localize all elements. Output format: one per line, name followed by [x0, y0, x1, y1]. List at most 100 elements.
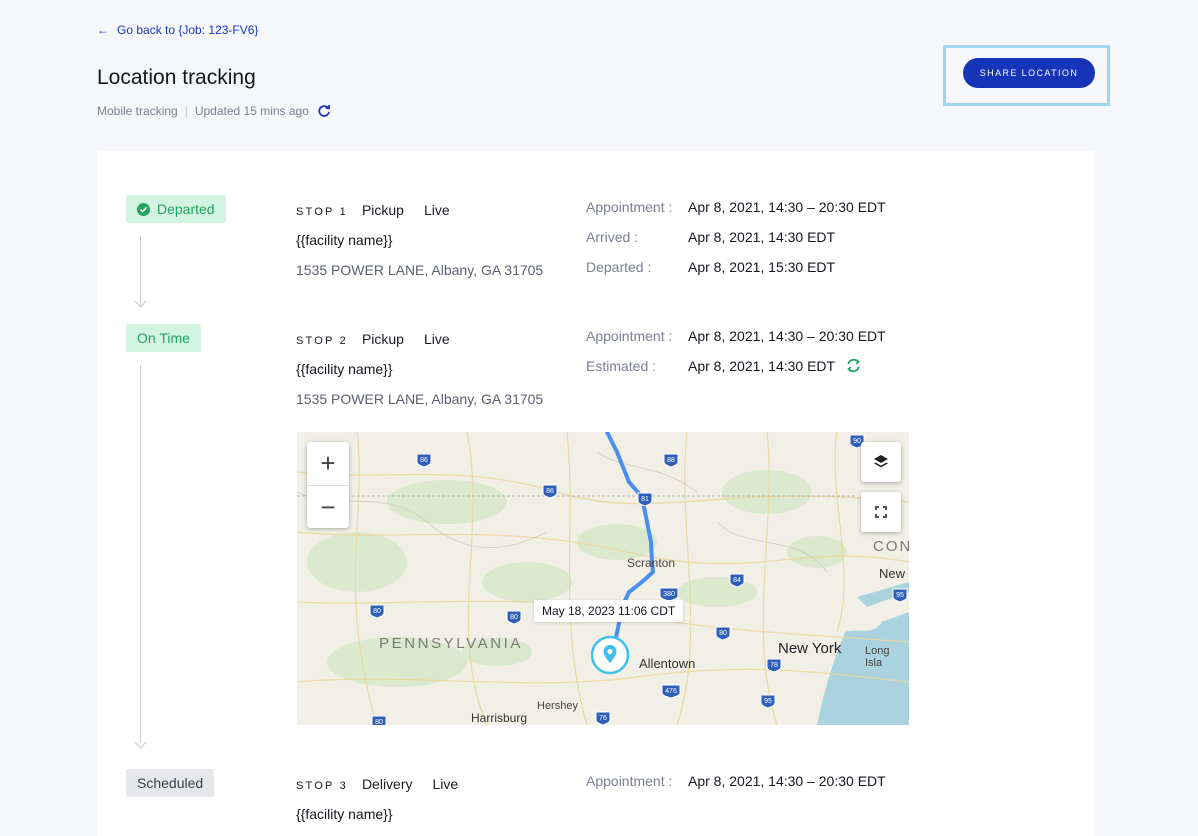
- arrow-left-icon: ←: [97, 23, 109, 37]
- stop-label: STOP 3: [296, 780, 348, 792]
- highway-shield-icon: 84: [729, 573, 745, 587]
- status-badge-scheduled: Scheduled: [126, 769, 215, 797]
- map-place-harrisburg: Harrisburg: [471, 711, 528, 725]
- back-label: Go back to {Job: 123-FV6}: [117, 23, 259, 37]
- stop-1-header: STOP 1 Pickup Live: [296, 202, 450, 218]
- highway-shield-icon: 78: [766, 658, 782, 672]
- stop-type: Delivery: [361, 776, 413, 792]
- highway-number: 86: [420, 457, 428, 464]
- highway-number: 84: [733, 577, 741, 584]
- timeline-line: [140, 365, 141, 742]
- check-circle-icon: [137, 202, 150, 216]
- updated-text: Updated 15 mins ago: [194, 104, 309, 118]
- highway-shield-icon: 80: [369, 604, 385, 618]
- highway-shield-icon: 95: [892, 588, 908, 602]
- tracking-subtitle: Mobile tracking | Updated 15 mins ago: [97, 104, 331, 118]
- highway-shield-icon: 76: [595, 711, 611, 725]
- highway-shield-icon: 80: [506, 610, 522, 624]
- map-place-allentown: Allentown: [639, 656, 696, 671]
- subtitle-divider: |: [184, 104, 188, 118]
- status-label: On Time: [137, 330, 190, 346]
- highway-shield-icon: 88: [663, 453, 679, 467]
- highway-shield-icon: 86: [542, 484, 558, 498]
- arrived-label: Arrived :: [586, 229, 639, 245]
- tracking-map[interactable]: Scranton PENNSYLVANIA Allentown New York…: [297, 432, 909, 725]
- location-tooltip: May 18, 2023 11:06 CDT: [534, 600, 684, 622]
- highway-shield-icon: 380: [659, 587, 679, 601]
- stop-label: STOP 2: [296, 335, 348, 347]
- facility-name: {{facility name}}: [296, 806, 393, 822]
- stop-3-header: STOP 3 Delivery Live: [296, 776, 458, 792]
- status-label: Scheduled: [137, 775, 204, 791]
- timeline-arrow-icon: [134, 300, 147, 308]
- layers-button[interactable]: [861, 442, 901, 482]
- appointment-value: Apr 8, 2021, 14:30 – 20:30 EDT: [688, 199, 886, 215]
- zoom-control: + −: [307, 442, 349, 528]
- location-marker-icon[interactable]: [589, 634, 631, 676]
- fullscreen-icon: [875, 506, 887, 518]
- map-place-hershey: Hershey: [537, 700, 578, 712]
- stop-label: STOP 1: [296, 206, 348, 218]
- sync-icon: [847, 358, 860, 373]
- highway-shield-icon: 80: [371, 715, 387, 725]
- page-title: Location tracking: [97, 66, 256, 89]
- status-badge-on-time: On Time: [126, 324, 201, 352]
- refresh-icon[interactable]: [317, 104, 331, 118]
- highway-number: 76: [599, 715, 607, 722]
- map-place-con: CON: [873, 538, 909, 555]
- highway-shield-icon: 95: [760, 694, 776, 708]
- highway-number: 380: [663, 591, 675, 598]
- highway-number: 95: [764, 698, 772, 705]
- timeline-line: [140, 236, 141, 307]
- map-place-new: New: [879, 566, 906, 581]
- appointment-value: Apr 8, 2021, 14:30 – 20:30 EDT: [688, 773, 886, 789]
- status-label: Departed: [157, 201, 215, 217]
- map-place-long-island: Long Isla: [865, 645, 890, 669]
- highway-number: 80: [373, 608, 381, 615]
- appointment-label: Appointment :: [586, 328, 673, 344]
- highway-number: 88: [667, 457, 675, 464]
- appointment-value: Apr 8, 2021, 14:30 – 20:30 EDT: [688, 328, 886, 344]
- highway-number: 86: [546, 488, 554, 495]
- highway-number: 78: [770, 662, 778, 669]
- estimated-value: Apr 8, 2021, 14:30 EDT: [688, 358, 836, 374]
- stop-mode: Live: [423, 202, 450, 218]
- zoom-in-button[interactable]: +: [307, 442, 349, 485]
- map-place-scranton: Scranton: [627, 556, 676, 570]
- status-badge-departed: Departed: [126, 195, 226, 223]
- highway-shield-icon: 80: [715, 626, 731, 640]
- highway-number: 81: [641, 496, 649, 503]
- stop-type: Pickup: [361, 202, 404, 218]
- facility-name: {{facility name}}: [296, 232, 393, 248]
- stop-2-header: STOP 2 Pickup Live: [296, 331, 450, 347]
- facility-address: 1535 POWER LANE, Albany, GA 31705: [296, 391, 544, 407]
- back-link[interactable]: ← Go back to {Job: 123-FV6}: [97, 23, 258, 37]
- zoom-out-button[interactable]: −: [307, 485, 349, 528]
- share-location-button[interactable]: SHARE LOCATION: [963, 58, 1095, 88]
- layers-icon: [874, 455, 888, 468]
- fullscreen-button[interactable]: [861, 492, 901, 532]
- facility-address: 1535 POWER LANE, Albany, GA 31705: [296, 262, 544, 278]
- stop-type: Pickup: [361, 331, 404, 347]
- tracking-mode: Mobile tracking: [97, 104, 178, 118]
- highway-number: 90: [853, 438, 861, 445]
- highway-shield-icon: 476: [661, 684, 681, 698]
- departed-label: Departed :: [586, 259, 652, 275]
- highway-number: 80: [375, 719, 383, 725]
- appointment-label: Appointment :: [586, 773, 673, 789]
- map-place-new-york: New York: [778, 640, 842, 657]
- highway-number: 95: [896, 592, 904, 599]
- stop-mode: Live: [423, 331, 450, 347]
- estimated-label: Estimated :: [586, 358, 657, 374]
- arrived-value: Apr 8, 2021, 14:30 EDT: [688, 229, 836, 245]
- highway-number: 80: [719, 630, 727, 637]
- highway-shield-icon: 81: [637, 492, 653, 506]
- highway-number: 476: [665, 688, 677, 695]
- stop-mode: Live: [432, 776, 459, 792]
- departed-value: Apr 8, 2021, 15:30 EDT: [688, 259, 836, 275]
- facility-name: {{facility name}}: [296, 361, 393, 377]
- map-base: [297, 432, 909, 725]
- highway-shield-icon: 86: [416, 453, 432, 467]
- highway-number: 80: [510, 614, 518, 621]
- timeline-arrow-icon: [134, 741, 147, 749]
